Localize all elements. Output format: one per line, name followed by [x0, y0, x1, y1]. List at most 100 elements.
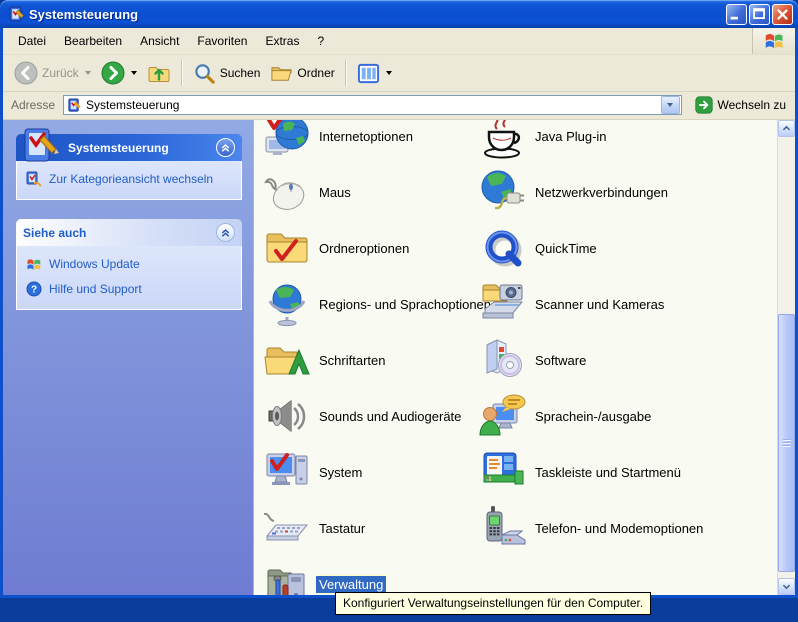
list-item-system[interactable]: System: [263, 444, 494, 500]
item-label: Schriftarten: [316, 352, 388, 369]
list-item-verwaltung[interactable]: Verwaltung: [263, 556, 494, 595]
go-button[interactable]: Wechseln zu: [690, 96, 791, 114]
network-icon: [479, 168, 527, 216]
main-area: Systemsteuerung Zur Kategorieansicht wec…: [3, 120, 795, 595]
sidebar-link-hilfe-und-support[interactable]: ?Hilfe und Support: [26, 281, 235, 297]
help-icon: ?: [26, 281, 42, 297]
phone-modem-icon: [479, 504, 527, 552]
list-item-netzwerkverbindungen[interactable]: Netzwerkverbindungen: [479, 164, 706, 220]
menu-item-bearbeiten[interactable]: Bearbeiten: [55, 30, 131, 52]
views-dropdown-icon[interactable]: [386, 71, 392, 75]
back-dropdown-icon[interactable]: [85, 71, 91, 75]
list-item-java-plug-in[interactable]: Java Plug-in: [479, 120, 706, 164]
panel-header[interactable]: Systemsteuerung: [16, 134, 242, 161]
panel-title: Systemsteuerung: [68, 141, 169, 155]
fonts-icon: [263, 336, 311, 384]
tooltip: Konfiguriert Verwaltungseinstellungen fü…: [335, 592, 651, 615]
list-item-internetoptionen[interactable]: Internetoptionen: [263, 120, 494, 164]
scroll-up-icon: [781, 123, 792, 134]
mouse-icon: [263, 168, 311, 216]
panel-title: Siehe auch: [23, 226, 86, 240]
scrollbar-track[interactable]: [778, 137, 795, 578]
go-label: Wechseln zu: [718, 98, 786, 112]
control-panel-big-icon: [20, 127, 60, 167]
panel-body: Windows Update ?Hilfe und Support: [16, 246, 242, 310]
minimize-button[interactable]: [726, 4, 747, 25]
forward-button[interactable]: [96, 59, 142, 87]
menu-item-datei[interactable]: Datei: [9, 30, 55, 52]
collapse-button[interactable]: [216, 223, 235, 242]
menu-item-favoriten[interactable]: Favoriten: [188, 30, 256, 52]
scroll-down-icon: [781, 581, 792, 592]
menu-item-hilfe[interactable]: ?: [308, 30, 333, 52]
back-button[interactable]: Zurück: [9, 59, 96, 87]
list-item-quicktime[interactable]: QuickTime: [479, 220, 706, 276]
window-systemsteuerung: Systemsteuerung DateiBearbeitenAnsichtFa…: [0, 0, 798, 598]
list-item-regions-und-sprachoptionen[interactable]: Regions- und Sprachoptionen: [263, 276, 494, 332]
list-column-1: Internetoptionen Maus Ordneroptionen Region…: [263, 120, 494, 595]
folders-button[interactable]: Ordner: [265, 60, 339, 87]
window-title: Systemsteuerung: [29, 7, 724, 22]
windows-logo: [752, 28, 795, 54]
system-icon: [263, 448, 311, 496]
views-button[interactable]: [352, 60, 397, 87]
windows-update-icon: [26, 256, 42, 272]
collapse-button[interactable]: [216, 138, 235, 157]
forward-icon: [101, 61, 125, 85]
scroll-up-button[interactable]: [778, 120, 795, 137]
item-label: QuickTime: [532, 240, 600, 257]
search-button[interactable]: Suchen: [188, 60, 266, 87]
list-item-maus[interactable]: Maus: [263, 164, 494, 220]
item-label: Netzwerkverbindungen: [532, 184, 671, 201]
toolbar: Zurück Suchen Ordner: [3, 55, 795, 92]
menu-item-ansicht[interactable]: Ansicht: [131, 30, 188, 52]
close-button[interactable]: [772, 4, 793, 25]
icon-list: Internetoptionen Maus Ordneroptionen Region…: [253, 120, 777, 595]
maximize-button[interactable]: [749, 4, 770, 25]
item-label: System: [316, 464, 365, 481]
app-frame: DateiBearbeitenAnsichtFavoritenExtras? Z…: [3, 28, 795, 595]
item-label: Maus: [316, 184, 354, 201]
panel-header[interactable]: Siehe auch: [16, 219, 242, 246]
scroll-down-button[interactable]: [778, 578, 795, 595]
titlebar[interactable]: Systemsteuerung: [0, 0, 798, 28]
item-label: Tastatur: [316, 520, 368, 537]
item-label: Sprachein-/ausgabe: [532, 408, 654, 425]
address-dropdown-button[interactable]: [661, 96, 680, 114]
list-item-sounds-und-audiogeräte[interactable]: Sounds und Audiogeräte: [263, 388, 494, 444]
sidebar-link-zur-kategorieansicht-wechseln[interactable]: Zur Kategorieansicht wechseln: [26, 171, 235, 187]
list-item-schriftarten[interactable]: Schriftarten: [263, 332, 494, 388]
list-item-scanner-und-kameras[interactable]: Scanner und Kameras: [479, 276, 706, 332]
list-item-software[interactable]: Software: [479, 332, 706, 388]
forward-dropdown-icon[interactable]: [131, 71, 137, 75]
desktop: Systemsteuerung DateiBearbeitenAnsichtFa…: [0, 0, 798, 622]
list-item-tastatur[interactable]: Tastatur: [263, 500, 494, 556]
item-label: Internetoptionen: [316, 128, 416, 145]
go-arrow-icon: [695, 96, 713, 114]
list-item-telefon-und-modemoptionen[interactable]: Telefon- und Modemoptionen: [479, 500, 706, 556]
item-label: Ordneroptionen: [316, 240, 412, 257]
panel-siehe-auch: Siehe auch Windows Update ?Hilfe und Supp…: [16, 219, 242, 310]
up-button[interactable]: [142, 59, 176, 87]
list-item-ordneroptionen[interactable]: Ordneroptionen: [263, 220, 494, 276]
menubar: DateiBearbeitenAnsichtFavoritenExtras?: [3, 28, 795, 55]
folders-icon: [270, 62, 293, 85]
minimize-icon: [727, 5, 746, 24]
keyboard-icon: [263, 504, 311, 552]
internet-options-icon: [263, 120, 311, 160]
up-folder-icon: [147, 61, 171, 85]
regional-icon: [263, 280, 311, 328]
sidebar-link-label: Windows Update: [49, 257, 140, 271]
menu-item-extras[interactable]: Extras: [256, 30, 308, 52]
address-combobox[interactable]: Systemsteuerung: [63, 95, 681, 115]
sounds-icon: [263, 392, 311, 440]
list-item-sprachein-ausgabe[interactable]: Sprachein-/ausgabe: [479, 388, 706, 444]
scrollbar-thumb[interactable]: [778, 314, 795, 572]
vertical-scrollbar[interactable]: [777, 120, 795, 595]
sidebar-link-windows-update[interactable]: Windows Update: [26, 256, 235, 272]
item-label: Sounds und Audiogeräte: [316, 408, 464, 425]
toolbar-separator: [345, 60, 347, 86]
item-label: Telefon- und Modemoptionen: [532, 520, 706, 537]
list-item-taskleiste-und-startmenü[interactable]: Taskleiste und Startmenü: [479, 444, 706, 500]
back-icon: [14, 61, 38, 85]
